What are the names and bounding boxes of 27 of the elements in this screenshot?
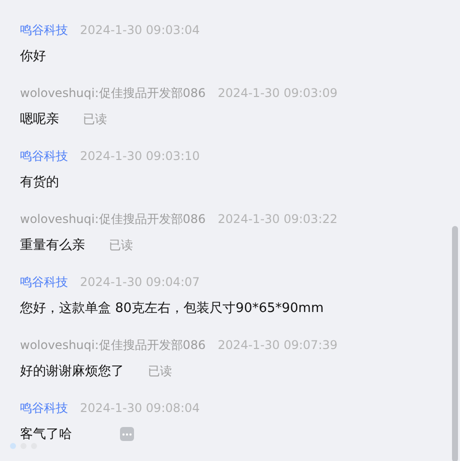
message-text: 嗯呢亲 [20, 111, 59, 128]
scrollbar-thumb[interactable] [452, 226, 458, 461]
message-text: 好的谢谢麻烦您了 [20, 363, 124, 380]
message-time: 2024-1-30 09:07:39 [218, 337, 338, 354]
more-icon [122, 432, 132, 436]
more-button[interactable] [120, 427, 134, 441]
sender-name: 鸣谷科技 [20, 22, 68, 39]
message-time: 2024-1-30 09:03:04 [80, 22, 200, 39]
sender-name: 鸣谷科技 [20, 274, 68, 291]
read-status: 已读 [83, 110, 107, 128]
message-time: 2024-1-30 09:03:22 [218, 211, 338, 228]
sender-name: woloveshuqi:促佳搜品开发部086 [20, 337, 206, 354]
message-time: 2024-1-30 09:03:09 [218, 85, 338, 102]
read-status: 已读 [148, 362, 172, 380]
message-text: 你好 [20, 48, 46, 65]
sender-name: woloveshuqi:促佳搜品开发部086 [20, 85, 206, 102]
sender-name: 鸣谷科技 [20, 400, 68, 417]
sender-name: 鸣谷科技 [20, 148, 68, 165]
message-time: 2024-1-30 09:08:04 [80, 400, 200, 417]
read-status: 已读 [109, 236, 133, 254]
sender-name: woloveshuqi:促佳搜品开发部086 [20, 211, 206, 228]
message-text: 有货的 [20, 174, 59, 191]
message-time: 2024-1-30 09:04:07 [80, 274, 200, 291]
message-text: 客气了哈 [20, 426, 72, 443]
message-text: 您好，这款单盒 80克左右，包装尺寸90*65*90mm [20, 300, 324, 317]
message-time: 2024-1-30 09:03:10 [80, 148, 200, 165]
message-text: 重量有么亲 [20, 237, 85, 254]
